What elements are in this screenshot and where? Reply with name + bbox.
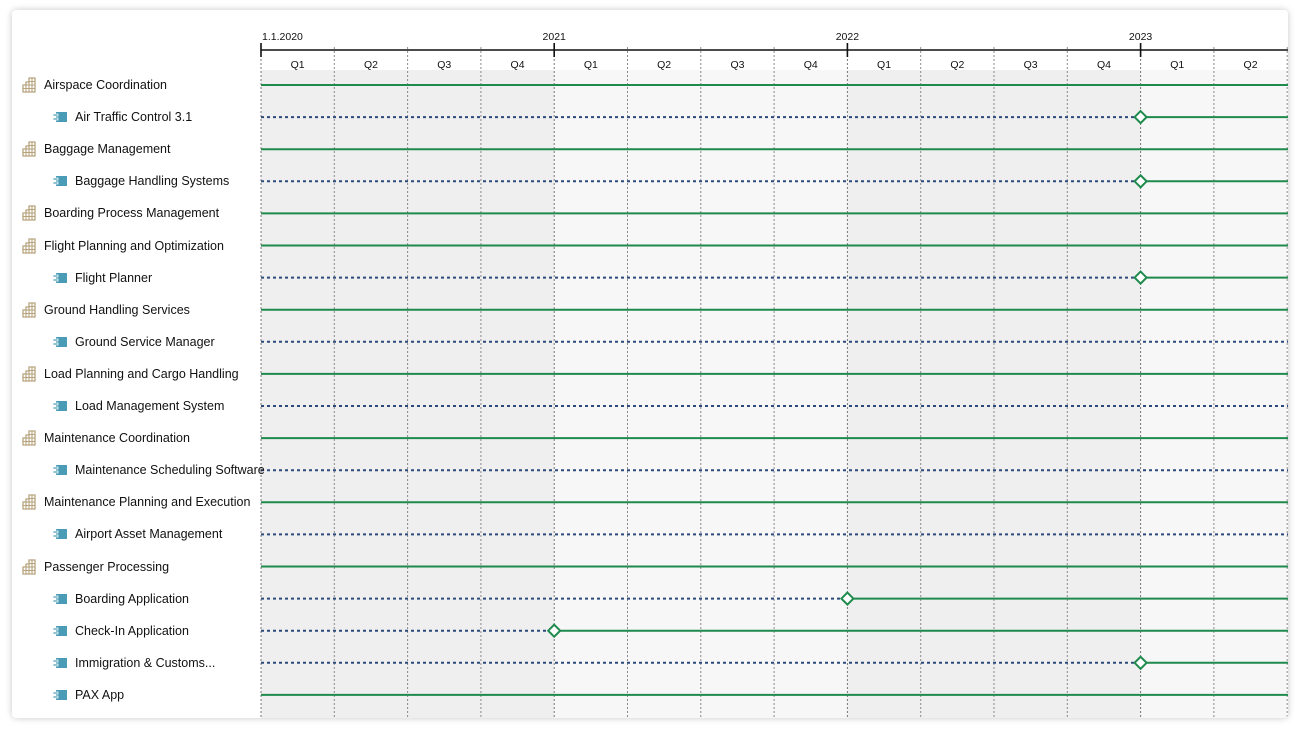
capability-row[interactable]: Maintenance Planning and Execution <box>12 486 271 518</box>
quarter-column <box>1213 47 1288 718</box>
year-label: 2022 <box>836 31 860 43</box>
capability-row[interactable]: Ground Handling Services <box>12 294 271 326</box>
quarter-label: Q4 <box>804 59 818 71</box>
component-icon <box>52 270 68 286</box>
year-label: 2023 <box>1129 31 1153 43</box>
row-label-text: Boarding Process Management <box>44 206 220 221</box>
start-date-label: 1.1.2020 <box>262 31 303 43</box>
building-icon <box>21 77 37 93</box>
building-icon <box>21 430 37 446</box>
quarter-column <box>1140 47 1214 718</box>
component-icon <box>52 526 68 542</box>
building-icon <box>21 302 37 318</box>
quarter-label: Q1 <box>877 59 891 71</box>
row-label-text: Ground Handling Services <box>44 302 190 317</box>
row-label-text: Flight Planning and Optimization <box>44 238 224 253</box>
quarter-label: Q1 <box>584 59 598 71</box>
component-icon <box>52 173 68 189</box>
application-row[interactable]: Immigration & Customs... <box>12 647 302 679</box>
quarter-column <box>994 47 1068 718</box>
capability-row[interactable]: Baggage Management <box>12 133 271 165</box>
row-labels-column: Airspace Coordination Air Traffic Contro… <box>12 10 265 718</box>
row-label-text: Boarding Application <box>75 591 189 606</box>
capability-row[interactable]: Maintenance Coordination <box>12 422 271 454</box>
roadmap-card: 1.1.2020 2021 2022 2023 Q1 Q2 Q3 Q4 Q1 Q2 Q3 Q4 Q1 Q2… <box>12 10 1288 718</box>
building-icon <box>21 494 37 510</box>
quarter-label: Q3 <box>730 59 744 71</box>
capability-row[interactable]: Flight Planning and Optimization <box>12 230 271 262</box>
quarter-label: Q4 <box>511 59 525 71</box>
capability-row[interactable]: Load Planning and Cargo Handling <box>12 358 271 390</box>
quarter-label: Q4 <box>1097 59 1111 71</box>
component-icon <box>52 398 68 414</box>
component-icon <box>52 591 68 607</box>
application-row[interactable]: Boarding Application <box>12 583 302 615</box>
year-label: 2021 <box>543 31 567 43</box>
component-icon <box>52 655 68 671</box>
quarter-label: Q2 <box>657 59 671 71</box>
row-label-text: Maintenance Planning and Execution <box>44 495 251 510</box>
building-icon <box>21 205 37 222</box>
component-icon <box>52 623 68 639</box>
application-row[interactable]: Load Management System <box>12 390 302 422</box>
application-row[interactable]: Maintenance Scheduling Software <box>12 454 302 486</box>
application-row[interactable]: Ground Service Manager <box>12 326 302 358</box>
row-label-text: Maintenance Coordination <box>44 431 190 446</box>
application-row[interactable]: Check-In Application <box>12 615 302 647</box>
quarter-column <box>774 47 848 718</box>
quarter-column <box>1067 47 1141 718</box>
application-row[interactable]: Airport Asset Management <box>12 518 302 550</box>
quarter-label: Q1 <box>1170 59 1184 71</box>
application-row[interactable]: Air Traffic Control 3.1 <box>12 101 302 133</box>
application-row[interactable]: Flight Planner <box>12 262 302 294</box>
row-label-text: Check-In Application <box>75 623 189 638</box>
quarter-column <box>700 47 775 718</box>
quarter-label: Q2 <box>1244 59 1258 71</box>
capability-row[interactable]: Boarding Process Management <box>12 197 271 229</box>
row-label-text: Passenger Processing <box>44 559 170 574</box>
quarter-label: Q3 <box>437 59 451 71</box>
row-label-text: Maintenance Scheduling Software <box>75 463 265 478</box>
quarter-label: Q3 <box>1024 59 1038 71</box>
component-icon <box>52 687 68 703</box>
quarter-column <box>920 47 994 718</box>
quarter-label: Q2 <box>364 59 378 71</box>
quarter-label: Q2 <box>950 59 964 71</box>
building-icon <box>21 366 37 382</box>
quarter-column <box>554 47 628 718</box>
building-icon <box>21 141 37 157</box>
row-label-text: Baggage Handling Systems <box>75 174 230 189</box>
component-icon <box>52 334 68 350</box>
row-label-text: Immigration & Customs... <box>75 655 216 670</box>
application-row[interactable]: Baggage Handling Systems <box>12 165 302 197</box>
building-icon <box>21 237 37 254</box>
row-label-text: Flight Planner <box>75 270 153 285</box>
row-label-text: Load Management System <box>75 399 225 413</box>
row-label-text: Airport Asset Management <box>75 527 223 542</box>
row-label-text: Ground Service Manager <box>75 334 215 349</box>
component-icon <box>52 462 68 478</box>
row-label-text: PAX App <box>75 687 125 702</box>
quarter-column <box>627 47 701 718</box>
row-label-text: Baggage Management <box>44 142 171 157</box>
row-label-text: Airspace Coordination <box>44 78 167 92</box>
quarter-column <box>334 47 408 718</box>
quarter-column <box>407 47 481 718</box>
capability-row[interactable]: Airspace Coordination <box>12 69 271 101</box>
row-label-text: Air Traffic Control 3.1 <box>75 110 193 125</box>
row-label-text: Load Planning and Cargo Handling <box>44 366 239 381</box>
quarter-column <box>847 47 921 718</box>
application-row[interactable]: PAX App <box>12 679 302 711</box>
capability-row[interactable]: Passenger Processing <box>12 551 271 583</box>
quarter-label: Q1 <box>291 59 305 71</box>
building-icon <box>21 558 37 575</box>
component-icon <box>52 109 68 125</box>
quarter-column <box>480 47 555 718</box>
